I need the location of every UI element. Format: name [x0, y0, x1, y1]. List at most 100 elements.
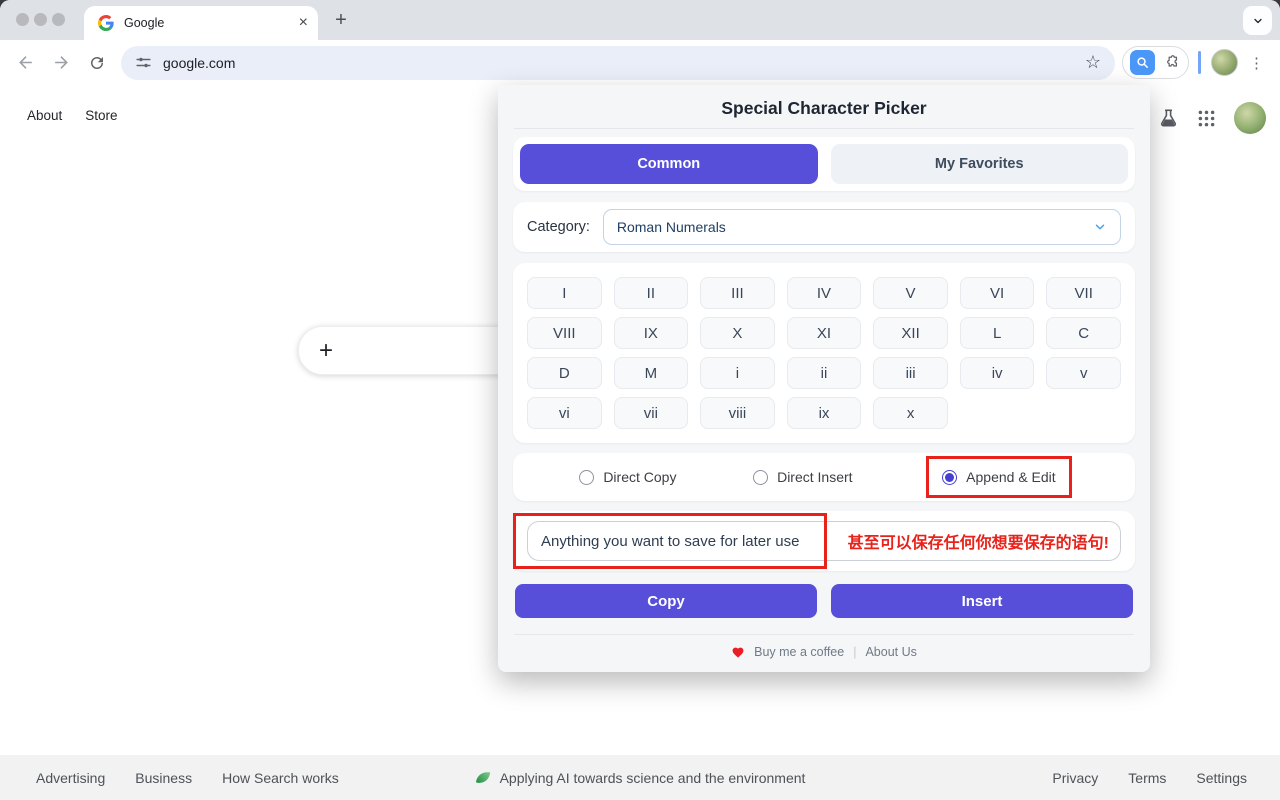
tab-title: Google [124, 16, 299, 30]
tab-close-icon[interactable]: × [299, 15, 308, 31]
footer-link-privacy[interactable]: Privacy [1052, 770, 1098, 786]
apps-grid-icon[interactable] [1196, 108, 1217, 129]
google-top-nav: About Store [27, 108, 118, 123]
char-button[interactable]: XI [787, 317, 862, 349]
popup-tab-my-favorites[interactable]: My Favorites [831, 144, 1129, 184]
char-button[interactable]: vi [527, 397, 602, 429]
google-footer: Advertising Business How Search works Appl… [0, 755, 1280, 800]
char-button[interactable]: C [1046, 317, 1121, 349]
extensions-puzzle-icon[interactable] [1162, 53, 1181, 72]
mode-option-direct-copy[interactable]: Direct Copy [579, 469, 676, 485]
buy-coffee-link[interactable]: Buy me a coffee [754, 645, 844, 659]
radio-icon[interactable] [753, 470, 768, 485]
character-grid: IIIIIIIVVVIVIIVIIIIXXXIXIILCDMiiiiiiivvv… [513, 263, 1135, 443]
footer-link-settings[interactable]: Settings [1196, 770, 1247, 786]
category-label: Category: [527, 219, 590, 235]
account-avatar[interactable] [1234, 102, 1266, 134]
footer-links-right: Privacy Terms Settings [1052, 770, 1247, 786]
char-button[interactable]: v [1046, 357, 1121, 389]
annotation-chinese-note: 甚至可以保存任何你想要保存的语句! [848, 529, 1109, 553]
browser-menu-icon[interactable]: ⋮ [1249, 54, 1264, 72]
mode-label: Direct Insert [777, 469, 852, 485]
char-button[interactable]: I [527, 277, 602, 309]
char-button[interactable]: D [527, 357, 602, 389]
save-input-row: 甚至可以保存任何你想要保存的语句! [513, 511, 1135, 571]
copy-button[interactable]: Copy [515, 584, 817, 618]
labs-flask-icon[interactable] [1158, 107, 1179, 130]
extension-popup: Special Character Picker Common My Favori… [498, 85, 1150, 672]
new-tab-button[interactable]: + [329, 8, 353, 32]
nav-link-store[interactable]: Store [85, 108, 117, 123]
tab-list-button[interactable] [1243, 6, 1272, 35]
char-button[interactable]: VII [1046, 277, 1121, 309]
about-us-link[interactable]: About Us [865, 645, 916, 659]
insert-button[interactable]: Insert [831, 584, 1133, 618]
char-button[interactable]: x [873, 397, 948, 429]
site-settings-icon[interactable] [135, 54, 152, 71]
popup-footer: Buy me a coffee | About Us [498, 645, 1150, 659]
char-button[interactable]: VI [960, 277, 1035, 309]
category-row: Category: Roman Numerals [513, 202, 1135, 252]
title-divider [514, 128, 1134, 129]
active-extension-icon[interactable] [1130, 50, 1155, 75]
char-button[interactable]: vii [614, 397, 689, 429]
leaf-icon [475, 769, 492, 786]
address-bar[interactable]: google.com ☆ [121, 46, 1115, 80]
popup-tab-common[interactable]: Common [520, 144, 818, 184]
page-content: AboutStore + Speci [0, 85, 1280, 800]
char-button[interactable]: III [700, 277, 775, 309]
mode-option-append-edit[interactable]: Append & Edit [929, 459, 1069, 495]
extensions-pill [1122, 46, 1189, 79]
profile-avatar[interactable] [1211, 49, 1238, 76]
char-button[interactable]: viii [700, 397, 775, 429]
google-top-right [1158, 102, 1266, 134]
window-zoom-button[interactable] [52, 13, 65, 26]
select-chevron-icon [1093, 220, 1107, 234]
char-button[interactable]: ix [787, 397, 862, 429]
category-select[interactable]: Roman Numerals [603, 209, 1121, 245]
footer-divider [514, 634, 1134, 635]
focus-divider [1198, 51, 1201, 74]
tab-strip: Google × + [0, 0, 1280, 40]
mode-option-direct-insert[interactable]: Direct Insert [753, 469, 852, 485]
footer-link-business[interactable]: Business [135, 770, 192, 786]
footer-link-terms[interactable]: Terms [1128, 770, 1166, 786]
footer-center: Applying AI towards science and the envi… [475, 769, 806, 786]
url-text[interactable]: google.com [163, 55, 1085, 71]
chevron-down-icon [1252, 15, 1264, 27]
forward-button[interactable] [46, 48, 76, 78]
char-button[interactable]: M [614, 357, 689, 389]
back-button[interactable] [10, 48, 40, 78]
footer-link-how-search-works[interactable]: How Search works [222, 770, 339, 786]
category-value: Roman Numerals [617, 219, 1093, 235]
char-button[interactable]: II [614, 277, 689, 309]
search-plus-icon[interactable]: + [319, 337, 333, 365]
char-button[interactable]: ii [787, 357, 862, 389]
char-button[interactable]: L [960, 317, 1035, 349]
char-button[interactable]: iii [873, 357, 948, 389]
char-button[interactable]: i [700, 357, 775, 389]
nav-link-about[interactable]: About [27, 108, 62, 123]
footer-links-left: Advertising Business How Search works [36, 770, 339, 786]
mode-label: Append & Edit [966, 469, 1056, 485]
bookmark-star-icon[interactable]: ☆ [1085, 52, 1101, 73]
char-button[interactable]: IV [787, 277, 862, 309]
mode-options: Direct Copy Direct Insert Append & Edit [513, 453, 1135, 501]
char-button[interactable]: VIII [527, 317, 602, 349]
window-close-button[interactable] [16, 13, 29, 26]
footer-center-text[interactable]: Applying AI towards science and the envi… [500, 770, 806, 786]
char-button[interactable]: XII [873, 317, 948, 349]
radio-icon[interactable] [579, 470, 594, 485]
char-button[interactable]: X [700, 317, 775, 349]
footer-link-advertising[interactable]: Advertising [36, 770, 105, 786]
browser-tab[interactable]: Google × [84, 6, 318, 40]
char-button[interactable]: iv [960, 357, 1035, 389]
window-minimize-button[interactable] [34, 13, 47, 26]
heart-icon [731, 646, 745, 659]
reload-button[interactable] [82, 48, 112, 78]
char-button[interactable]: IX [614, 317, 689, 349]
radio-icon[interactable] [942, 470, 957, 485]
popup-title: Special Character Picker [498, 98, 1150, 119]
char-button[interactable]: V [873, 277, 948, 309]
mode-label: Direct Copy [603, 469, 676, 485]
